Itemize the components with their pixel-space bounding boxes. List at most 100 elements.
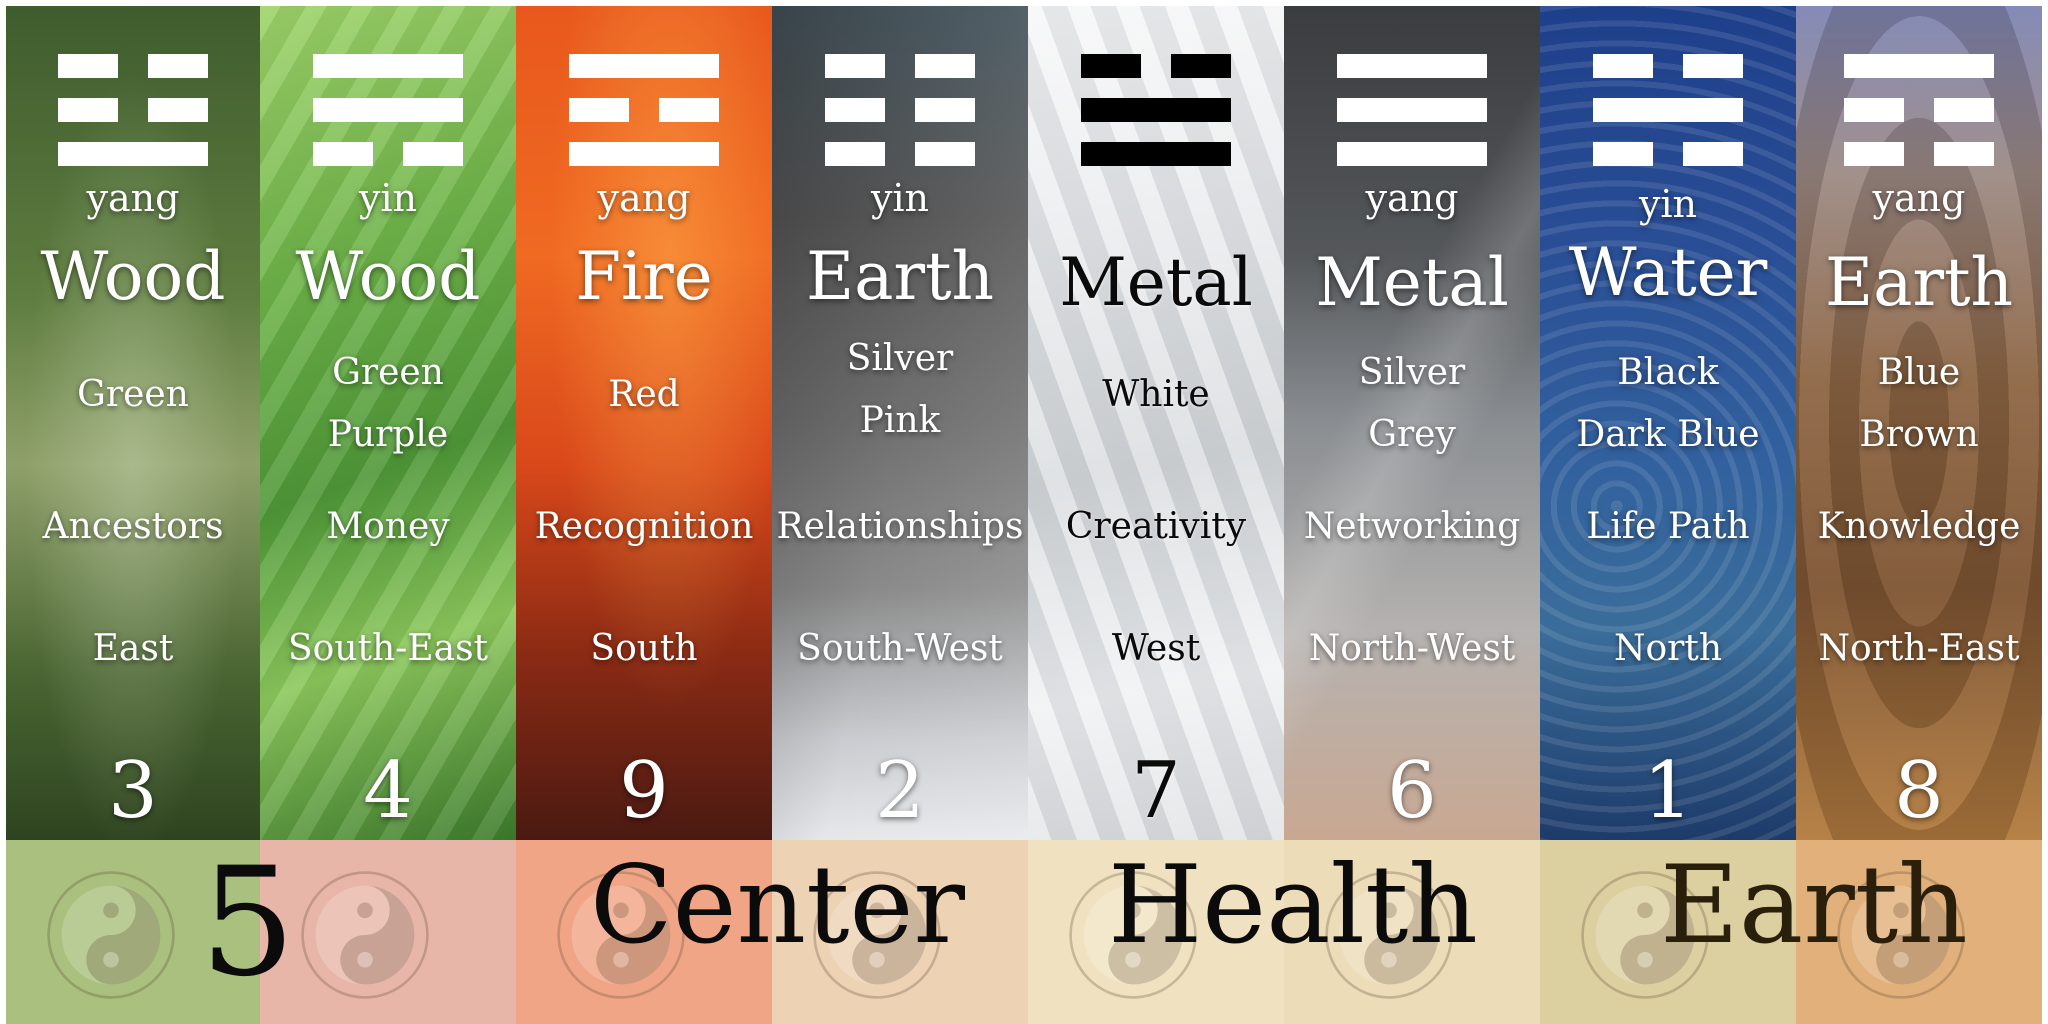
color-label: Green <box>77 374 189 415</box>
trigram-solid-line <box>58 142 208 166</box>
yin-yang-icon <box>46 870 176 1000</box>
trigram-bar <box>58 98 118 122</box>
trigram-bar <box>1934 98 1994 122</box>
center-number: 5 <box>200 836 296 1010</box>
element-label: Wood <box>40 238 226 315</box>
column-metal: Metal White Creativity West 7 <box>1028 6 1284 840</box>
number-label: 1 <box>1643 746 1693 836</box>
aspect-label: Creativity <box>1065 506 1247 547</box>
trigram-icon <box>1337 54 1487 166</box>
element-label: Fire <box>575 238 713 315</box>
yin-yang-icon <box>300 870 430 1000</box>
trigram-solid-line <box>1081 142 1231 166</box>
trigram-bar <box>1081 98 1231 122</box>
trigram-solid-line <box>313 98 463 122</box>
trigram-solid-line <box>1081 98 1231 122</box>
trigram-bar <box>825 54 885 78</box>
trigram-bar <box>1593 54 1653 78</box>
polarity-label: yang <box>1872 176 1966 220</box>
color-label: Black <box>1617 352 1719 393</box>
trigram-broken-line <box>1593 54 1743 78</box>
elements-columns: yang Wood Green Ancestors East 3 yin Woo… <box>6 6 2042 840</box>
trigram-bar <box>1593 142 1653 166</box>
trigram-bar <box>1844 54 1994 78</box>
trigram-bar <box>1171 54 1231 78</box>
trigram-bar <box>1593 98 1743 122</box>
color-label: Green <box>332 352 444 393</box>
trigram-bar <box>1844 142 1904 166</box>
trigram-icon <box>1593 54 1743 166</box>
aspect-label: Knowledge <box>1817 506 2021 547</box>
color-label: Silver <box>1358 352 1466 393</box>
trigram-bar <box>148 98 208 122</box>
trigram-broken-line <box>569 98 719 122</box>
trigram-broken-line <box>825 98 975 122</box>
trigram-bar <box>313 142 373 166</box>
trigram-bar <box>1683 142 1743 166</box>
direction-label: East <box>92 628 174 669</box>
polarity-label: yang <box>86 176 180 220</box>
number-label: 6 <box>1387 746 1437 836</box>
number-label: 3 <box>108 746 158 836</box>
trigram-broken-line <box>1844 142 1994 166</box>
trigram-icon <box>58 54 208 166</box>
color-label: Blue <box>1877 352 1961 393</box>
direction-label: South-West <box>797 628 1003 669</box>
trigram-broken-line <box>1844 98 1994 122</box>
trigram-bar <box>1934 142 1994 166</box>
color-label: White <box>1102 374 1210 415</box>
aspect-label: Money <box>326 506 450 547</box>
trigram-icon <box>313 54 463 166</box>
aspect-label: Ancestors <box>42 506 224 547</box>
polarity-label: yin <box>1638 182 1698 226</box>
trigram-solid-line <box>569 142 719 166</box>
polarity-label: yang <box>1365 176 1459 220</box>
trigram-broken-line <box>825 142 975 166</box>
trigram-bar <box>569 54 719 78</box>
trigram-solid-line <box>1337 98 1487 122</box>
trigram-icon <box>1081 54 1231 166</box>
column-yang-metal: yang Metal Silver Grey Networking North-… <box>1284 6 1540 840</box>
element-label: Earth <box>805 238 995 315</box>
column-yin-water: yin Water Black Dark Blue Life Path Nort… <box>1540 6 1796 840</box>
trigram-bar <box>1081 142 1231 166</box>
color-label-secondary: Grey <box>1368 414 1456 455</box>
number-label: 8 <box>1894 746 1944 836</box>
color-label: Silver <box>846 338 954 379</box>
element-label: Metal <box>1315 244 1509 321</box>
trigram-bar <box>1844 98 1904 122</box>
trigram-bar <box>1337 54 1487 78</box>
column-yin-wood: yin Wood Green Purple Money South-East 4 <box>260 6 516 840</box>
center-aspect: Health <box>1108 843 1478 968</box>
element-label: Wood <box>295 238 481 315</box>
trigram-solid-line <box>569 54 719 78</box>
direction-label: West <box>1111 628 1201 669</box>
trigram-bar <box>313 54 463 78</box>
trigram-bar <box>1337 142 1487 166</box>
trigram-solid-line <box>1337 142 1487 166</box>
aspect-label: Relationships <box>776 506 1024 547</box>
polarity-label: yin <box>358 176 418 220</box>
trigram-bar <box>58 54 118 78</box>
trigram-solid-line <box>313 54 463 78</box>
direction-label: South <box>590 628 698 669</box>
trigram-bar <box>1683 54 1743 78</box>
direction-label: North-East <box>1818 628 2020 669</box>
trigram-icon <box>1844 54 1994 166</box>
column-yang-fire: yang Fire Red Recognition South 9 <box>516 6 772 840</box>
number-label: 2 <box>875 746 925 836</box>
trigram-broken-line <box>313 142 463 166</box>
trigram-bar <box>1337 98 1487 122</box>
direction-label: North-West <box>1308 628 1516 669</box>
color-label-secondary: Brown <box>1859 414 1979 455</box>
band-segment <box>260 840 516 1024</box>
number-label: 9 <box>619 746 669 836</box>
element-label: Metal <box>1059 244 1253 321</box>
trigram-bar <box>659 98 719 122</box>
trigram-solid-line <box>1593 98 1743 122</box>
trigram-broken-line <box>1081 54 1231 78</box>
trigram-broken-line <box>1593 142 1743 166</box>
direction-label: South-East <box>287 628 489 669</box>
trigram-bar <box>148 54 208 78</box>
polarity-label: yang <box>597 176 691 220</box>
